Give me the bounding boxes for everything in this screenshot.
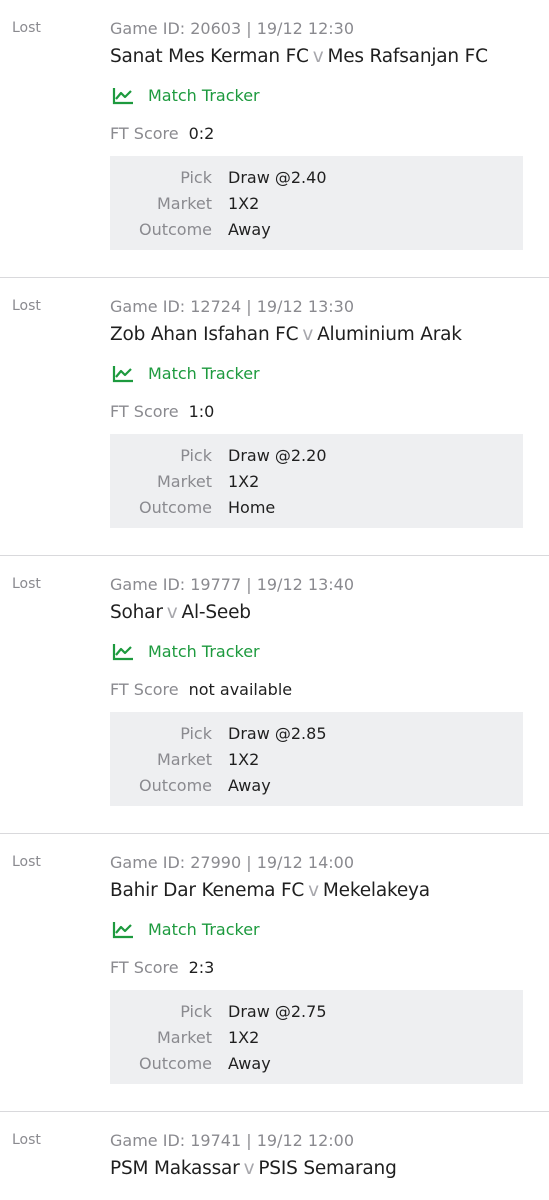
market-row: Market 1X2: [110, 1028, 523, 1052]
pick-label: Pick: [180, 724, 212, 743]
trend-chart-icon: [112, 921, 133, 938]
home-team: Sohar: [110, 602, 163, 623]
bet-status: Lost: [12, 1132, 41, 1148]
game-meta: Game ID: 19777 | 19/12 13:40: [110, 575, 354, 594]
game-meta: Game ID: 27990 | 19/12 14:00: [110, 853, 354, 872]
bet-details-panel: Pick Draw @2.85 Market 1X2 Outcome Away: [110, 712, 523, 806]
market-row: Market 1X2: [110, 750, 523, 774]
pick-value: Draw @2.75: [228, 1002, 327, 1021]
outcome-row: Outcome Away: [110, 220, 523, 244]
outcome-label: Outcome: [138, 220, 212, 239]
market-label: Market: [157, 472, 212, 491]
bet-status: Lost: [12, 20, 41, 36]
match-teams: Sohar v Al-Seeb: [110, 602, 251, 623]
outcome-row: Outcome Away: [110, 776, 523, 800]
outcome-label: Outcome: [138, 1054, 212, 1073]
ft-score: FT Score 2:3: [110, 958, 214, 977]
away-team: Aluminium Arak: [317, 324, 462, 345]
game-meta: Game ID: 20603 | 19/12 12:30: [110, 19, 354, 38]
market-label: Market: [157, 1028, 212, 1047]
market-value: 1X2: [228, 1028, 260, 1047]
bet-card[interactable]: Lost Game ID: 27990 | 19/12 14:00 Bahir …: [0, 834, 549, 1112]
bet-status: Lost: [12, 298, 41, 314]
ft-score-value: 1:0: [188, 402, 215, 421]
match-teams: Bahir Dar Kenema FC v Mekelakeya: [110, 880, 430, 901]
home-team: Sanat Mes Kerman FC: [110, 46, 309, 67]
market-row: Market 1X2: [110, 194, 523, 218]
match-tracker-link[interactable]: Match Tracker: [112, 364, 260, 383]
outcome-value: Away: [228, 220, 271, 239]
pick-label: Pick: [180, 446, 212, 465]
versus-separator: v: [308, 880, 319, 901]
pick-label: Pick: [180, 1002, 212, 1021]
ft-score-label: FT Score: [110, 958, 179, 977]
versus-separator: v: [243, 1158, 255, 1179]
ft-score-value: 2:3: [188, 958, 215, 977]
bet-card[interactable]: Lost Game ID: 20603 | 19/12 12:30 Sanat …: [0, 0, 549, 278]
market-label: Market: [157, 750, 212, 769]
pick-row: Pick Draw @2.75: [110, 1002, 523, 1026]
game-meta: Game ID: 19741 | 19/12 12:00: [110, 1131, 354, 1150]
market-value: 1X2: [228, 750, 260, 769]
outcome-label: Outcome: [138, 776, 212, 795]
ft-score-value: 0:2: [188, 124, 215, 143]
ft-score-label: FT Score: [110, 402, 179, 421]
pick-row: Pick Draw @2.40: [110, 168, 523, 192]
match-teams: PSM Makassar v PSIS Semarang: [110, 1158, 397, 1179]
market-value: 1X2: [228, 472, 260, 491]
outcome-label: Outcome: [138, 498, 212, 517]
outcome-value: Home: [228, 498, 276, 517]
match-teams: Zob Ahan Isfahan FC v Aluminium Arak: [110, 324, 462, 345]
match-teams: Sanat Mes Kerman FC v Mes Rafsanjan FC: [110, 46, 488, 67]
ft-score-value: not available: [188, 680, 293, 699]
match-tracker-link[interactable]: Match Tracker: [112, 86, 260, 105]
ft-score: FT Score 1:0: [110, 402, 214, 421]
trend-chart-icon: [112, 87, 133, 104]
versus-separator: v: [302, 324, 314, 345]
market-value: 1X2: [228, 194, 260, 213]
bet-card[interactable]: Lost Game ID: 19741 | 19/12 12:00 PSM Ma…: [0, 1112, 549, 1200]
away-team: Al-Seeb: [181, 602, 251, 623]
trend-chart-icon: [112, 365, 133, 382]
outcome-value: Away: [228, 776, 271, 795]
bet-details-panel: Pick Draw @2.75 Market 1X2 Outcome Away: [110, 990, 523, 1084]
away-team: PSIS Semarang: [258, 1158, 397, 1179]
pick-row: Pick Draw @2.85: [110, 724, 523, 748]
match-tracker-label[interactable]: Match Tracker: [148, 642, 260, 661]
outcome-row: Outcome Away: [110, 1054, 523, 1078]
pick-value: Draw @2.85: [228, 724, 327, 743]
game-meta: Game ID: 12724 | 19/12 13:30: [110, 297, 354, 316]
bet-details-panel: Pick Draw @2.40 Market 1X2 Outcome Away: [110, 156, 523, 250]
bet-status: Lost: [12, 854, 41, 870]
home-team: Zob Ahan Isfahan FC: [110, 324, 299, 345]
trend-chart-icon: [112, 643, 133, 660]
ft-score: FT Score not available: [110, 680, 292, 699]
market-row: Market 1X2: [110, 472, 523, 496]
away-team: Mekelakeya: [322, 880, 430, 901]
outcome-row: Outcome Home: [110, 498, 523, 522]
pick-value: Draw @2.20: [228, 446, 327, 465]
bet-card[interactable]: Lost Game ID: 19777 | 19/12 13:40 Sohar v…: [0, 556, 549, 834]
ft-score: FT Score 0:2: [110, 124, 214, 143]
match-tracker-label[interactable]: Match Tracker: [148, 86, 260, 105]
market-label: Market: [157, 194, 212, 213]
match-tracker-link[interactable]: Match Tracker: [112, 920, 260, 939]
pick-value: Draw @2.40: [228, 168, 327, 187]
match-tracker-label[interactable]: Match Tracker: [148, 364, 260, 383]
bet-status: Lost: [12, 576, 41, 592]
match-tracker-link[interactable]: Match Tracker: [112, 642, 260, 661]
pick-label: Pick: [180, 168, 212, 187]
match-tracker-label[interactable]: Match Tracker: [148, 920, 260, 939]
away-team: Mes Rafsanjan FC: [327, 46, 488, 67]
versus-separator: v: [312, 46, 324, 67]
outcome-value: Away: [228, 1054, 271, 1073]
ft-score-label: FT Score: [110, 124, 179, 143]
bet-card[interactable]: Lost Game ID: 12724 | 19/12 13:30 Zob Ah…: [0, 278, 549, 556]
bet-details-panel: Pick Draw @2.20 Market 1X2 Outcome Home: [110, 434, 523, 528]
pick-row: Pick Draw @2.20: [110, 446, 523, 470]
home-team: PSM Makassar: [110, 1158, 240, 1179]
home-team: Bahir Dar Kenema FC: [110, 880, 305, 901]
ft-score-label: FT Score: [110, 680, 179, 699]
versus-separator: v: [166, 602, 178, 623]
